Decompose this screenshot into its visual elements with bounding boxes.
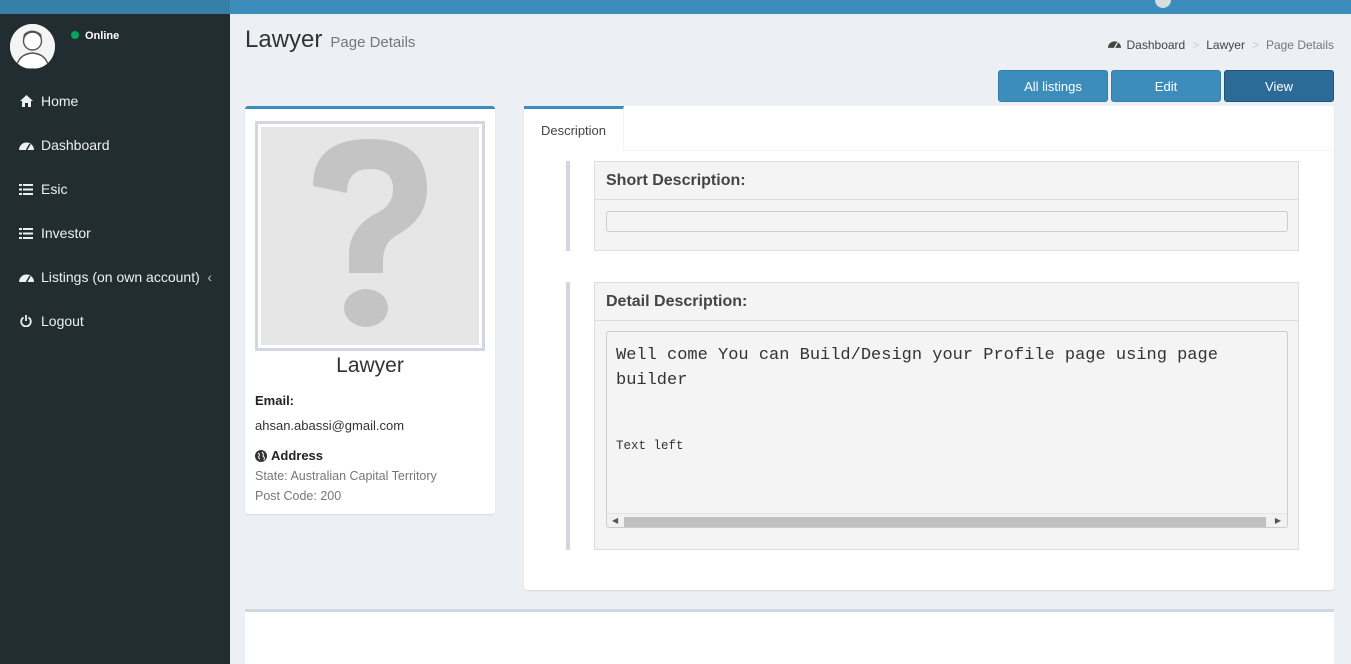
blockquote-border xyxy=(566,161,570,251)
breadcrumb: Dashboard > Lawyer > Page Details xyxy=(1107,38,1334,52)
profile-image xyxy=(255,121,485,351)
tab-bar: Description xyxy=(524,106,1334,151)
detail-description-text: Well come You can Build/Design your Prof… xyxy=(616,346,1218,390)
blockquote-border xyxy=(566,282,570,550)
short-description-field[interactable] xyxy=(606,211,1288,232)
question-mark-icon xyxy=(261,127,479,345)
scroll-right-icon[interactable]: ▶ xyxy=(1275,516,1281,525)
top-navbar xyxy=(230,0,1351,14)
tab-description[interactable]: Description xyxy=(524,106,624,151)
view-button[interactable]: View xyxy=(1224,70,1334,102)
detail-description-field[interactable]: Well come You can Build/Design your Prof… xyxy=(606,331,1288,528)
details-panel: Description Short Description: Detail De… xyxy=(524,106,1334,590)
home-icon xyxy=(18,95,34,107)
profile-name: Lawyer xyxy=(336,354,404,377)
list-icon xyxy=(18,183,34,195)
breadcrumb-lawyer[interactable]: Lawyer xyxy=(1206,38,1245,52)
all-listings-button[interactable]: All listings xyxy=(998,70,1108,102)
sidebar-item-label: Esic xyxy=(41,181,68,197)
sidebar-item-label: Dashboard xyxy=(41,137,110,153)
online-status: Online xyxy=(71,30,119,42)
breadcrumb-separator: > xyxy=(1192,38,1200,52)
sidebar-item-label: Investor xyxy=(41,225,91,241)
scroll-left-icon[interactable]: ◀ xyxy=(612,516,618,525)
list-icon xyxy=(18,227,34,239)
breadcrumb-dashboard[interactable]: Dashboard xyxy=(1127,38,1186,52)
breadcrumb-separator: > xyxy=(1251,38,1259,52)
detail-description-heading: Detail Description: xyxy=(595,283,1298,321)
horizontal-scrollbar[interactable]: ◀ ▶ xyxy=(607,513,1287,527)
globe-icon xyxy=(255,449,267,462)
chevron-left-icon: ‹ xyxy=(207,269,212,285)
sidebar-item-listings[interactable]: Listings (on own account) ‹ xyxy=(0,255,230,299)
sidebar-item-label: Listings (on own account) xyxy=(41,269,200,285)
sidebar-item-label: Home xyxy=(41,93,79,109)
address-heading: Address xyxy=(255,448,323,463)
power-icon xyxy=(18,315,34,327)
page-title: Lawyer xyxy=(245,26,323,53)
dashboard-icon xyxy=(18,140,34,151)
short-description-heading: Short Description: xyxy=(595,162,1298,200)
page-subtitle: Page Details xyxy=(330,34,416,51)
user-avatar xyxy=(10,24,55,69)
logo-strip xyxy=(0,0,230,14)
edit-button[interactable]: Edit xyxy=(1111,70,1221,102)
address-state: State: Australian Capital Territory xyxy=(255,469,437,483)
address-postcode: Post Code: 200 xyxy=(255,489,342,503)
breadcrumb-current: Page Details xyxy=(1265,38,1334,52)
sidebar: Online Home Dashboard Esic Investor List… xyxy=(0,0,230,664)
sidebar-item-home[interactable]: Home xyxy=(0,79,230,123)
profile-card: Lawyer Email: ahsan.abassi@gmail.com Add… xyxy=(245,106,495,514)
user-menu-avatar[interactable] xyxy=(1155,0,1171,8)
email-value: ahsan.abassi@gmail.com xyxy=(255,418,405,433)
sidebar-item-dashboard[interactable]: Dashboard xyxy=(0,123,230,167)
sidebar-menu: Home Dashboard Esic Investor Listings (o… xyxy=(0,79,230,343)
email-label: Email: xyxy=(255,393,295,408)
online-dot-icon xyxy=(71,31,79,39)
sidebar-item-esic[interactable]: Esic xyxy=(0,167,230,211)
text-left: Text left xyxy=(616,439,684,453)
content-header: Lawyer Page Details xyxy=(245,26,415,54)
sidebar-item-label: Logout xyxy=(41,313,84,329)
dashboard-icon xyxy=(1107,39,1121,52)
sidebar-item-logout[interactable]: Logout xyxy=(0,299,230,343)
sidebar-item-investor[interactable]: Investor xyxy=(0,211,230,255)
dashboard-icon xyxy=(18,272,34,283)
detail-description-panel: Detail Description: Well come You can Bu… xyxy=(594,282,1299,550)
bottom-panel xyxy=(245,609,1334,664)
scrollbar-thumb[interactable] xyxy=(624,517,1266,527)
short-description-panel: Short Description: xyxy=(594,161,1299,251)
